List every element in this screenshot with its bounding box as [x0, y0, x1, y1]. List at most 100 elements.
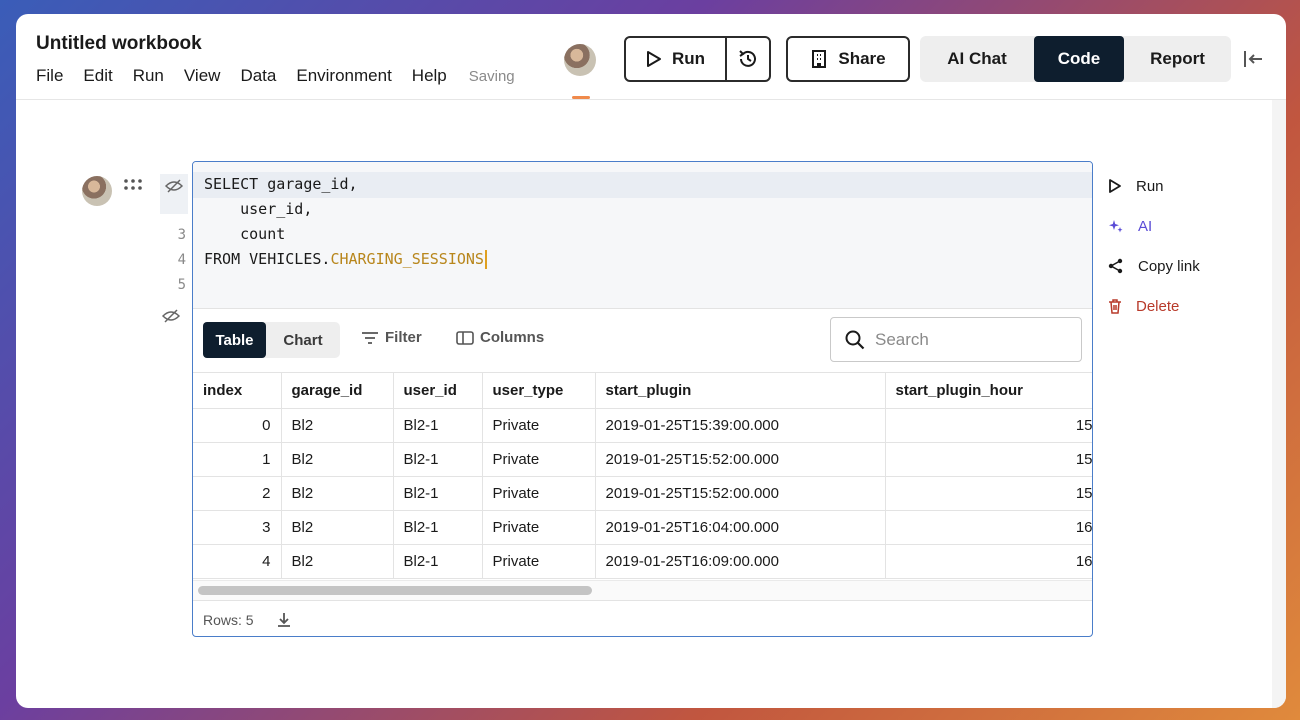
column-header[interactable]: start_plugin_hour	[885, 372, 1092, 409]
table-cell: 3	[193, 510, 282, 545]
table-cell: Private	[482, 476, 596, 511]
table-cell: 2019-01-25T15:52:00.000	[595, 476, 886, 511]
play-icon	[1109, 179, 1121, 193]
header: Untitled workbook File Edit Run View Dat…	[16, 14, 1286, 100]
table-cell: Bl2-1	[393, 476, 483, 511]
column-header[interactable]: start_plugin	[595, 372, 886, 409]
table-cell: 16	[885, 544, 1092, 579]
horizontal-scrollbar[interactable]	[193, 580, 1092, 600]
code-line: FROM VEHICLES.CHARGING_SESSIONS	[204, 247, 487, 272]
filter-icon	[362, 331, 378, 344]
sparkle-icon	[1109, 220, 1123, 233]
table-cell: Private	[482, 408, 596, 443]
table-cell: 2019-01-25T15:39:00.000	[595, 408, 886, 443]
table-row[interactable]: 0 Bl2 Bl2-1 Private 2019-01-25T15:39:00.…	[193, 408, 1092, 443]
scrollbar-thumb[interactable]	[198, 586, 592, 595]
table-row[interactable]: 2 Bl2 Bl2-1 Private 2019-01-25T15:52:00.…	[193, 476, 1092, 511]
line-number: 5	[177, 277, 186, 293]
mode-ai-chat[interactable]: AI Chat	[920, 36, 1034, 82]
table-cell: Bl2-1	[393, 442, 483, 477]
building-icon	[812, 50, 827, 68]
table-header-row: index garage_id user_id user_type start_…	[193, 372, 1092, 409]
share-icon	[1108, 258, 1123, 274]
cell-ai-button[interactable]: AI	[1108, 206, 1200, 246]
user-avatar[interactable]	[564, 44, 596, 76]
copy-link-label: Copy link	[1138, 257, 1200, 275]
line-numbers: 3 4 5	[166, 223, 186, 298]
row-count: Rows: 5	[203, 611, 254, 628]
workbook-title[interactable]: Untitled workbook	[36, 33, 202, 55]
mode-code[interactable]: Code	[1034, 36, 1124, 82]
menu-help[interactable]: Help	[412, 66, 447, 86]
table-cell: 16	[885, 510, 1092, 545]
column-header[interactable]: garage_id	[281, 372, 394, 409]
hide-output-eye-off-icon[interactable]	[162, 308, 180, 324]
tab-chart[interactable]: Chart	[266, 322, 340, 358]
cell-actions: Run AI Copy link Delete	[1108, 166, 1200, 326]
share-button[interactable]: Share	[786, 36, 910, 82]
copy-link-button[interactable]: Copy link	[1108, 246, 1200, 286]
share-button-label: Share	[838, 49, 886, 68]
column-header[interactable]: index	[193, 372, 282, 409]
table-cell: Bl2	[281, 476, 394, 511]
schedule-button[interactable]	[727, 38, 769, 80]
menu-file[interactable]: File	[36, 66, 63, 86]
collapse-sidebar-icon[interactable]	[1242, 48, 1264, 70]
drag-handle-icon[interactable]	[124, 179, 142, 191]
app-window: Untitled workbook File Edit Run View Dat…	[16, 14, 1286, 708]
download-icon[interactable]	[276, 612, 292, 628]
menu-data[interactable]: Data	[240, 66, 276, 86]
columns-button[interactable]: Columns	[456, 329, 544, 346]
table-row[interactable]: 4 Bl2 Bl2-1 Private 2019-01-25T16:09:00.…	[193, 544, 1092, 579]
menu-view[interactable]: View	[184, 66, 221, 86]
hide-code-toggle[interactable]	[160, 174, 188, 214]
delete-button[interactable]: Delete	[1108, 286, 1200, 326]
eye-off-icon	[165, 179, 183, 193]
table-name-token: CHARGING_SESSIONS	[330, 250, 484, 268]
results-toolbar: Table Chart Filter Columns	[193, 309, 1092, 372]
table-cell: 2	[193, 476, 282, 511]
columns-icon	[456, 330, 474, 345]
table-cell: 15	[885, 408, 1092, 443]
search-box	[830, 317, 1082, 362]
menu-environment[interactable]: Environment	[296, 66, 391, 86]
table-cell: Bl2	[281, 442, 394, 477]
cell-run-button[interactable]: Run	[1108, 166, 1200, 206]
column-header[interactable]: user_id	[393, 372, 483, 409]
table-cell: Bl2	[281, 544, 394, 579]
cell-run-label: Run	[1136, 177, 1164, 195]
table-cell: 2019-01-25T16:09:00.000	[595, 544, 886, 579]
search-input[interactable]	[875, 329, 1055, 350]
run-button[interactable]: Run	[626, 38, 727, 80]
menu-edit[interactable]: Edit	[83, 66, 112, 86]
column-header[interactable]: user_type	[482, 372, 596, 409]
tab-table[interactable]: Table	[203, 322, 266, 358]
table-row[interactable]: 3 Bl2 Bl2-1 Private 2019-01-25T16:04:00.…	[193, 510, 1092, 545]
table-cell: 15	[885, 442, 1092, 477]
table-cell: 15	[885, 476, 1092, 511]
table-row[interactable]: 1 Bl2 Bl2-1 Private 2019-01-25T15:52:00.…	[193, 442, 1092, 477]
view-toggle: Table Chart	[203, 322, 340, 358]
code-editor[interactable]: SELECT garage_id, user_id, count FROM VE…	[193, 162, 1092, 309]
text-cursor	[484, 250, 487, 269]
line-number: 3	[177, 227, 186, 243]
menu-run[interactable]: Run	[133, 66, 164, 86]
table-cell: Private	[482, 544, 596, 579]
play-icon	[646, 51, 661, 67]
page-scrollbar[interactable]	[1272, 100, 1286, 708]
results-footer: Rows: 5	[193, 600, 1092, 636]
code-line: SELECT garage_id,	[204, 175, 358, 193]
trash-icon	[1109, 299, 1121, 314]
filter-button[interactable]: Filter	[361, 329, 422, 346]
table-cell: 1	[193, 442, 282, 477]
avatar-indicator	[572, 96, 590, 99]
table-cell: Private	[482, 442, 596, 477]
mode-report[interactable]: Report	[1124, 36, 1231, 82]
code-token: FROM VEHICLES.	[204, 250, 331, 268]
mode-switcher: AI Chat Code Report	[920, 36, 1231, 82]
code-line: count	[204, 225, 286, 243]
table-cell: 0	[193, 408, 282, 443]
code-line: user_id,	[204, 200, 313, 218]
sql-cell: SELECT garage_id, user_id, count FROM VE…	[192, 161, 1093, 637]
saving-status: Saving	[468, 67, 515, 85]
